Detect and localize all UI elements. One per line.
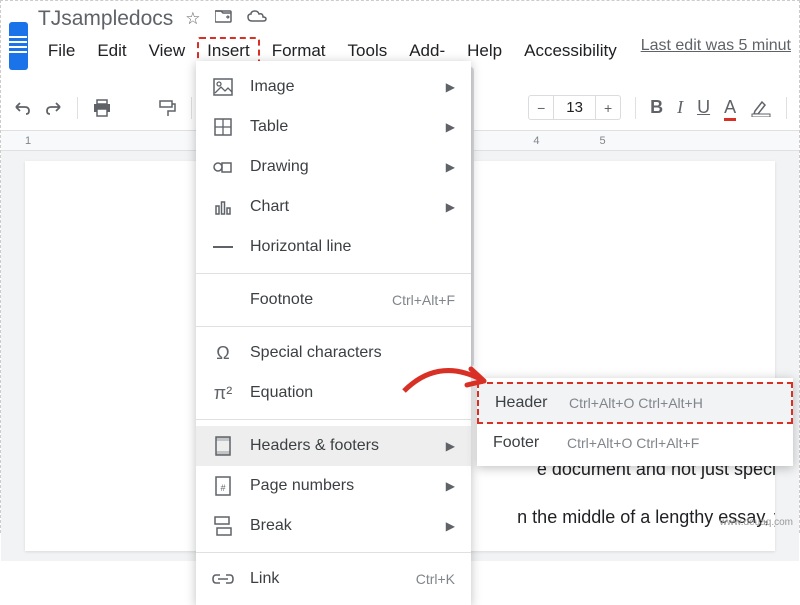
menu-item-label: Special characters [250, 344, 455, 362]
menu-item-label: Image [250, 78, 430, 96]
print-icon[interactable] [92, 98, 112, 118]
submenu-label: Footer [493, 434, 555, 452]
bold-button[interactable]: B [650, 97, 663, 118]
omega-icon: Ω [212, 342, 234, 364]
text-color-button[interactable]: A [724, 97, 736, 118]
table-icon [212, 116, 234, 138]
submenu-arrow-icon: ▶ [446, 439, 455, 453]
menu-item-label: Drawing [250, 158, 430, 176]
spellcheck-icon[interactable] [126, 98, 144, 118]
toolbar-separator [635, 97, 636, 119]
link-icon [212, 568, 234, 590]
menu-edit[interactable]: Edit [87, 37, 136, 85]
headers-footers-submenu: Header Ctrl+Alt+O Ctrl+Alt+H Footer Ctrl… [477, 378, 793, 466]
menu-accessibility[interactable]: Accessibility [514, 37, 627, 85]
menu-item-label: Chart [250, 198, 430, 216]
font-size-input[interactable]: − 13 + [528, 95, 621, 120]
italic-button[interactable]: I [677, 97, 683, 118]
font-size-decrease[interactable]: − [529, 97, 553, 119]
menu-item-drawing[interactable]: Drawing ▶ [196, 147, 471, 187]
watermark: www.deuaq.com [720, 517, 793, 528]
menu-item-footnote[interactable]: Footnote Ctrl+Alt+F [196, 280, 471, 320]
submenu-arrow-icon: ▶ [446, 200, 455, 214]
menu-item-label: Headers & footers [250, 437, 430, 455]
ruler-mark: 4 [533, 135, 539, 147]
submenu-arrow-icon: ▶ [446, 479, 455, 493]
redo-icon[interactable] [45, 98, 63, 118]
chart-icon [212, 196, 234, 218]
break-icon [212, 515, 234, 537]
submenu-shortcut: Ctrl+Alt+O Ctrl+Alt+H [569, 395, 775, 411]
submenu-label: Header [495, 394, 557, 412]
toolbar-separator [77, 97, 78, 119]
svg-text:#: # [220, 483, 225, 493]
menu-item-horizontal-line[interactable]: Horizontal line [196, 227, 471, 267]
font-size-value[interactable]: 13 [553, 96, 596, 119]
menu-item-label: Horizontal line [250, 238, 455, 256]
submenu-arrow-icon: ▶ [446, 80, 455, 94]
menu-divider [196, 419, 471, 420]
menu-item-label: Equation [250, 384, 455, 402]
menu-item-chart[interactable]: Chart ▶ [196, 187, 471, 227]
ruler-mark: 1 [25, 135, 31, 147]
ruler-mark: 5 [600, 135, 606, 147]
insert-menu-dropdown: Image ▶ Table ▶ Drawing ▶ Chart ▶ Horizo… [196, 61, 471, 605]
menu-divider [196, 552, 471, 553]
page-numbers-icon: # [212, 475, 234, 497]
menu-item-image[interactable]: Image ▶ [196, 67, 471, 107]
highlight-color-button[interactable] [750, 99, 772, 117]
submenu-item-header[interactable]: Header Ctrl+Alt+O Ctrl+Alt+H [477, 382, 793, 424]
document-title[interactable]: TJsampledocs [38, 7, 173, 31]
menu-item-page-numbers[interactable]: # Page numbers ▶ [196, 466, 471, 506]
star-icon[interactable]: ☆ [185, 9, 200, 29]
paint-format-icon[interactable] [158, 98, 176, 118]
menu-shortcut: Ctrl+Alt+F [392, 292, 455, 308]
menu-item-label: Link [250, 570, 400, 588]
submenu-item-footer[interactable]: Footer Ctrl+Alt+O Ctrl+Alt+F [477, 424, 793, 462]
docs-logo-icon[interactable] [9, 22, 28, 70]
cloud-status-icon[interactable] [247, 9, 267, 29]
submenu-arrow-icon: ▶ [446, 120, 455, 134]
footnote-icon [212, 289, 234, 311]
menu-item-equation[interactable]: π² Equation [196, 373, 471, 413]
menu-item-label: Footnote [250, 291, 376, 309]
menu-divider [196, 273, 471, 274]
toolbar-separator [786, 97, 787, 119]
pi-icon: π² [212, 382, 234, 404]
menu-file[interactable]: File [38, 37, 85, 85]
menu-item-special-characters[interactable]: Ω Special characters [196, 333, 471, 373]
horizontal-line-icon [212, 236, 234, 258]
undo-icon[interactable] [13, 98, 31, 118]
headers-footers-icon [212, 435, 234, 457]
submenu-arrow-icon: ▶ [446, 160, 455, 174]
menu-item-label: Page numbers [250, 477, 430, 495]
image-icon [212, 76, 234, 98]
font-size-increase[interactable]: + [596, 97, 620, 119]
menu-item-headers-footers[interactable]: Headers & footers ▶ [196, 426, 471, 466]
menu-view[interactable]: View [139, 37, 196, 85]
menu-item-label: Table [250, 118, 430, 136]
drawing-icon [212, 156, 234, 178]
menu-item-link[interactable]: Link Ctrl+K [196, 559, 471, 599]
last-edit-link[interactable]: Last edit was 5 minut [641, 37, 791, 85]
move-icon[interactable] [215, 9, 233, 29]
submenu-shortcut: Ctrl+Alt+O Ctrl+Alt+F [567, 435, 777, 451]
menu-divider [196, 326, 471, 327]
menu-item-label: Break [250, 517, 430, 535]
toolbar-separator [191, 97, 192, 119]
menu-item-table[interactable]: Table ▶ [196, 107, 471, 147]
menu-shortcut: Ctrl+K [416, 571, 455, 587]
menu-item-break[interactable]: Break ▶ [196, 506, 471, 546]
underline-button[interactable]: U [697, 97, 710, 118]
submenu-arrow-icon: ▶ [446, 519, 455, 533]
